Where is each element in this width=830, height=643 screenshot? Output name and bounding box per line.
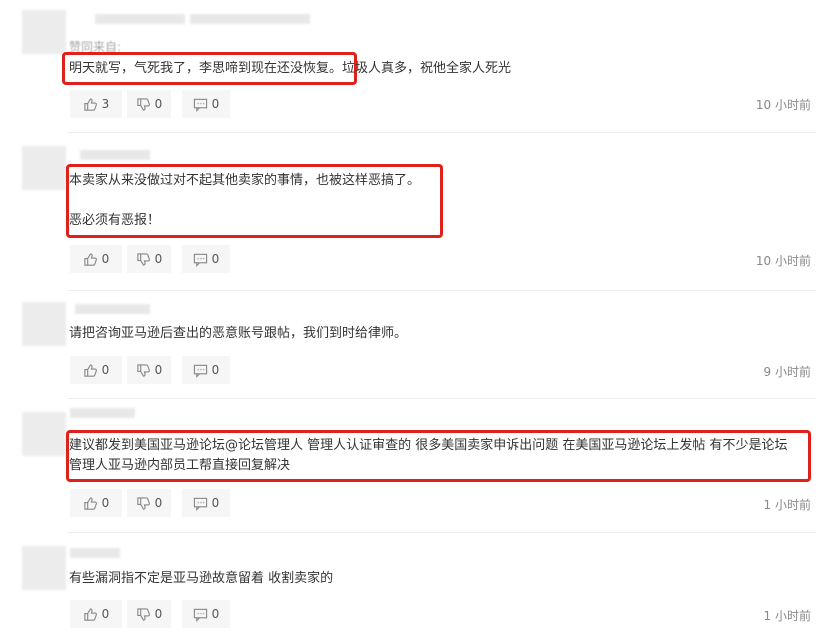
- thumbs-up-icon: [83, 496, 97, 510]
- comment-text: 明天就写，气死我了，李思啼到现在还没恢复。垃圾人真多，祝他全家人死光: [69, 61, 512, 76]
- comment-icon: [193, 608, 207, 622]
- thumbs-up-icon: [83, 97, 97, 111]
- dislike-count: 0: [154, 607, 163, 621]
- reply-button[interactable]: 0: [182, 90, 230, 118]
- dislike-count: 0: [154, 496, 163, 510]
- thumbs-up-icon: [83, 607, 97, 621]
- like-count: 3: [101, 97, 110, 111]
- comment-icon: [193, 98, 207, 112]
- thumbs-up-icon: [83, 252, 97, 266]
- like-count: 0: [101, 496, 110, 510]
- author-name-blurred: [70, 408, 135, 418]
- reply-button[interactable]: 0: [182, 356, 230, 384]
- like-button[interactable]: 0: [70, 489, 122, 517]
- dislike-button[interactable]: 0: [127, 90, 171, 118]
- dislike-button[interactable]: 0: [127, 356, 171, 384]
- comment-text: 本卖家从来没做过对不起其他卖家的事情，也被这样恶搞了。 恶必须有恶报！: [69, 173, 421, 228]
- author-name-blurred: [70, 548, 120, 558]
- author-name-blurred: [80, 150, 150, 160]
- dislike-button[interactable]: 0: [127, 600, 171, 628]
- comment-time: 1 小时前: [763, 609, 811, 623]
- thumbs-down-icon: [136, 607, 150, 621]
- dislike-count: 0: [154, 363, 163, 377]
- thumbs-down-icon: [136, 97, 150, 111]
- comment-time: 1 小时前: [763, 498, 811, 512]
- comment-actions: 0 0 0: [70, 245, 230, 273]
- avatar[interactable]: [22, 412, 66, 456]
- reply-button[interactable]: 0: [182, 245, 230, 273]
- comment-actions: 0 0 0: [70, 600, 230, 628]
- comment-actions: 0 0 0: [70, 356, 230, 384]
- reply-button[interactable]: 0: [182, 600, 230, 628]
- author-name-blurred: [95, 14, 185, 24]
- comment-icon: [193, 253, 207, 267]
- thumbs-down-icon: [136, 363, 150, 377]
- like-button[interactable]: 3: [70, 90, 122, 118]
- like-count: 0: [101, 363, 110, 377]
- divider: [68, 290, 816, 291]
- avatar[interactable]: [22, 146, 66, 190]
- comment-actions: 3 0 0: [70, 90, 230, 118]
- like-count: 0: [101, 252, 110, 266]
- reply-count: 0: [211, 252, 220, 266]
- like-button[interactable]: 0: [70, 600, 122, 628]
- divider: [68, 132, 816, 133]
- avatar[interactable]: [22, 546, 66, 590]
- comment-time: 10 小时前: [755, 254, 811, 268]
- comment-icon: [193, 364, 207, 378]
- comment-time: 10 小时前: [755, 98, 811, 112]
- like-button[interactable]: 0: [70, 356, 122, 384]
- comment-text: 建议都发到美国亚马逊论坛@论坛管理人 管理人认证审查的 很多美国卖家申诉出问题 …: [69, 438, 788, 473]
- divider: [68, 398, 816, 399]
- dislike-button[interactable]: 0: [127, 489, 171, 517]
- comment-actions: 0 0 0: [70, 489, 230, 517]
- like-button[interactable]: 0: [70, 245, 122, 273]
- divider: [68, 532, 816, 533]
- comment-text: 请把咨询亚马逊后查出的恶意账号跟帖，我们到时给律师。: [69, 326, 408, 341]
- reply-count: 0: [211, 496, 220, 510]
- avatar[interactable]: [22, 10, 66, 54]
- thumbs-down-icon: [136, 252, 150, 266]
- dislike-count: 0: [154, 97, 163, 111]
- reply-count: 0: [211, 607, 220, 621]
- author-name-blurred: [190, 14, 310, 24]
- thumbs-down-icon: [136, 496, 150, 510]
- like-count: 0: [101, 607, 110, 621]
- dislike-button[interactable]: 0: [127, 245, 171, 273]
- reply-count: 0: [211, 97, 220, 111]
- thumbs-up-icon: [83, 363, 97, 377]
- reply-count: 0: [211, 363, 220, 377]
- dislike-count: 0: [154, 252, 163, 266]
- author-name-blurred: [75, 304, 150, 314]
- reply-button[interactable]: 0: [182, 489, 230, 517]
- avatar[interactable]: [22, 302, 66, 346]
- comment-icon: [193, 497, 207, 511]
- comment-time: 9 小时前: [763, 365, 811, 379]
- comment-text: 有些漏洞指不定是亚马逊故意留着 收割卖家的: [69, 571, 334, 586]
